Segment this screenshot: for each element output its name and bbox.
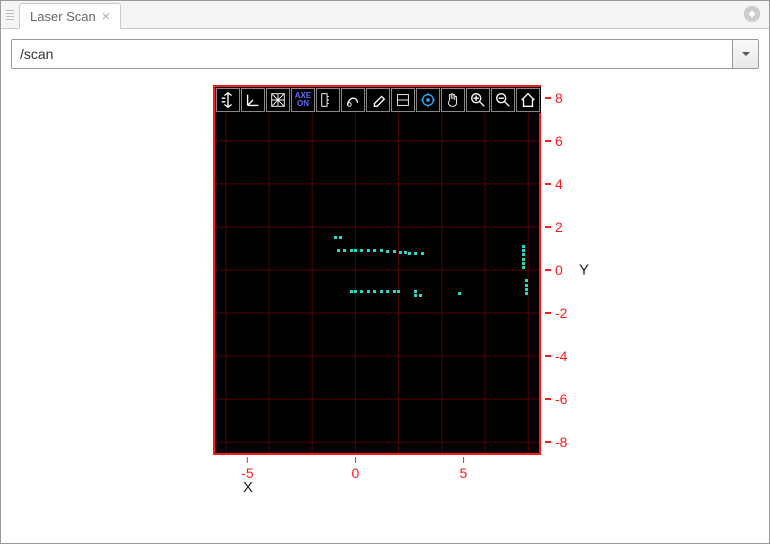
y-tick: -6: [545, 391, 567, 407]
zoom-in-icon[interactable]: [466, 88, 490, 112]
eraser-icon[interactable]: [366, 88, 390, 112]
pan-hand-icon[interactable]: [441, 88, 465, 112]
zoom-out-icon[interactable]: [491, 88, 515, 112]
titlebar: Laser Scan ×: [1, 1, 769, 29]
chevron-down-icon[interactable]: [732, 40, 758, 68]
translate-icon[interactable]: [216, 88, 240, 112]
grid-icon[interactable]: [266, 88, 290, 112]
y-tick: 2: [545, 219, 563, 235]
ruler-icon[interactable]: [316, 88, 340, 112]
topic-input[interactable]: [12, 40, 732, 68]
y-tick: 4: [545, 176, 563, 192]
plot-area: AXEON -8 -6 -4 -2 0 2 4 6 8 -5 0 5 Y X: [175, 87, 595, 527]
x-tick: 5: [459, 457, 467, 481]
tab-title: Laser Scan: [30, 9, 96, 24]
y-tick: 6: [545, 133, 563, 149]
fit-icon[interactable]: [391, 88, 415, 112]
close-icon[interactable]: ×: [102, 9, 110, 23]
hand-draw-icon[interactable]: [341, 88, 365, 112]
x-tick: -5: [241, 457, 253, 481]
y-tick: 0: [545, 262, 563, 278]
y-tick: -2: [545, 305, 567, 321]
home-icon[interactable]: [516, 88, 540, 112]
panel-window: Laser Scan × AXEON: [0, 0, 770, 544]
target-icon[interactable]: [416, 88, 440, 112]
x-tick: 0: [351, 457, 359, 481]
gear-icon[interactable]: [743, 5, 761, 23]
tab-laser-scan[interactable]: Laser Scan ×: [19, 3, 121, 29]
x-axis-label: X: [243, 479, 253, 496]
y-tick: -8: [545, 434, 567, 450]
axe-on-icon[interactable]: AXEON: [291, 88, 315, 112]
drag-grip-icon[interactable]: [3, 2, 17, 28]
topic-select[interactable]: [11, 39, 759, 69]
plot-canvas[interactable]: AXEON: [215, 87, 539, 453]
y-axis-label: Y: [579, 262, 589, 279]
axes3d-icon[interactable]: [241, 88, 265, 112]
y-tick: -4: [545, 348, 567, 364]
plot-toolbar: AXEON: [215, 87, 541, 113]
grid: [215, 87, 539, 453]
content-area: AXEON -8 -6 -4 -2 0 2 4 6 8 -5 0 5 Y X: [1, 29, 769, 543]
y-tick: 8: [545, 90, 563, 106]
